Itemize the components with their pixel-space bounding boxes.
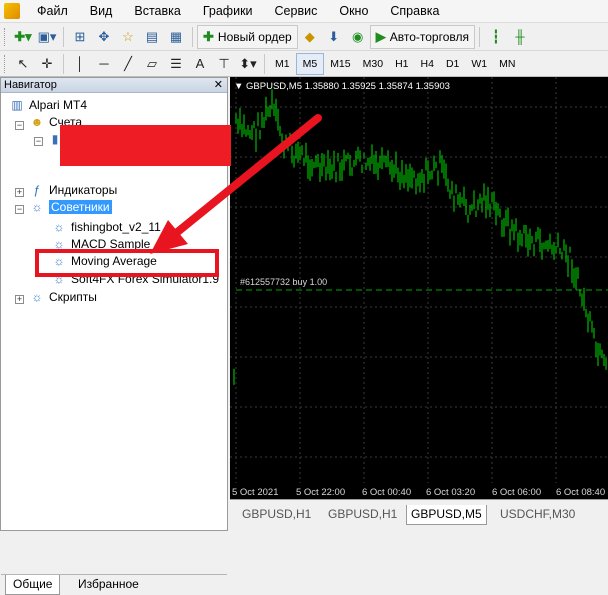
toolbar-grip[interactable] xyxy=(4,54,8,73)
menu-help[interactable]: Справка xyxy=(379,0,450,22)
autotrading-button[interactable]: ▶ Авто-торговля xyxy=(369,24,475,49)
tree-experts[interactable]: ☼ Советники xyxy=(29,198,112,215)
timeframe-h1[interactable]: H1 xyxy=(389,54,414,74)
new-chart-button[interactable]: ✚▾ xyxy=(12,26,34,48)
timeframe-m15[interactable]: M15 xyxy=(324,54,356,74)
vertical-line-button[interactable]: │ xyxy=(69,53,91,75)
chart-tab[interactable]: GBPUSD,H1 xyxy=(324,505,401,524)
data-window-button[interactable]: ✥ xyxy=(93,26,115,48)
menu-file[interactable]: Файл xyxy=(26,0,79,22)
order-label[interactable]: #612557732 buy 1.00 xyxy=(240,277,327,287)
expert-item[interactable]: ☼ fishingbot_v2_11 xyxy=(51,218,161,235)
channel-button[interactable]: ▱ xyxy=(141,53,163,75)
timeframe-h4[interactable]: H4 xyxy=(415,54,440,74)
new-order-button[interactable]: ✚ Новый ордер xyxy=(197,24,298,49)
terminal-button[interactable]: ▤ xyxy=(141,26,163,48)
metaeditor-button[interactable]: ◆ xyxy=(299,26,321,48)
timeframe-m30[interactable]: M30 xyxy=(357,54,389,74)
timeframe-m1[interactable]: M1 xyxy=(269,54,296,74)
menu-view[interactable]: Вид xyxy=(79,0,124,22)
expert-item-label: fishingbot_v2_11 xyxy=(71,219,161,234)
tree-scripts-label: Скрипты xyxy=(49,289,97,304)
crosshair-button[interactable]: ✛ xyxy=(36,53,58,75)
experts-icon: ☼ xyxy=(31,199,43,214)
timeframe-m5[interactable]: M5 xyxy=(295,52,325,75)
navigator-tabs: Общие Избранное xyxy=(1,574,227,595)
menu-charts[interactable]: Графики xyxy=(192,0,264,22)
fibonacci-button[interactable]: ☰ xyxy=(165,53,187,75)
expand-indicators-icon[interactable]: + xyxy=(15,188,24,197)
menu-bar: Файл Вид Вставка Графики Сервис Окно Спр… xyxy=(0,0,608,23)
standard-toolbar: ✚▾ ▣▾ ⊞ ✥ ☆ ▤ ▦ ✚ Новый ордер ◆ ⬇ ◉ ▶ Ав… xyxy=(0,23,608,51)
line-studies-toolbar: ↖ ✛ │ ─ ╱ ▱ ☰ A ⊤ ⬍▾ M1 M5 M15 M30 H1 H4… xyxy=(0,51,608,77)
market-watch-button[interactable]: ⊞ xyxy=(69,26,91,48)
timeframe-mn[interactable]: MN xyxy=(493,54,521,74)
text-button[interactable]: A xyxy=(189,53,211,75)
candle-chart-button[interactable]: ╫ xyxy=(509,26,531,48)
timeframe-d1[interactable]: D1 xyxy=(440,54,465,74)
x-axis-label: 6 Oct 08:40 xyxy=(556,487,606,498)
navigator-button[interactable]: ☆ xyxy=(117,26,139,48)
new-order-icon: ✚ xyxy=(203,28,214,44)
navigator-title-bar: Навигатор ✕ xyxy=(1,78,227,93)
label-button[interactable]: ⊤ xyxy=(213,53,235,75)
menu-tools[interactable]: Сервис xyxy=(264,0,329,22)
cursor-button[interactable]: ↖ xyxy=(12,53,34,75)
indicators-icon: ƒ xyxy=(33,182,41,197)
tree-root[interactable]: ▥ Alpari MT4 xyxy=(9,96,87,113)
tab-common[interactable]: Общие xyxy=(5,575,61,595)
chart-header: GBPUSD,M5 1.35880 1.35925 1.35874 1.3590… xyxy=(246,81,450,92)
chart-window[interactable]: ▼ GBPUSD,M5 1.35880 1.35925 1.35874 1.35… xyxy=(230,77,608,499)
app-logo-icon xyxy=(4,3,20,19)
x-axis-label: 6 Oct 03:20 xyxy=(426,487,476,498)
chart-tab[interactable]: USDCHF,M30 xyxy=(496,505,579,524)
bar-chart-button[interactable]: ┇ xyxy=(485,26,507,48)
expand-experts-icon[interactable]: − xyxy=(15,205,24,214)
accounts-icon: ☻ xyxy=(30,114,44,129)
redaction-box xyxy=(60,125,231,166)
horizontal-line-button[interactable]: ─ xyxy=(93,53,115,75)
market-button[interactable]: ⬇ xyxy=(323,26,345,48)
menu-window[interactable]: Окно xyxy=(328,0,379,22)
x-axis-label: 6 Oct 06:00 xyxy=(492,487,542,498)
tree-experts-label: Советники xyxy=(49,199,112,214)
timeframe-w1[interactable]: W1 xyxy=(465,54,493,74)
x-axis-label: 6 Oct 00:40 xyxy=(362,487,412,498)
chart-tab[interactable]: GBPUSD,H1 xyxy=(238,505,315,524)
x-axis-label: 5 Oct 22:00 xyxy=(296,487,346,498)
menu-insert[interactable]: Вставка xyxy=(123,0,191,22)
tree-root-label: Alpari MT4 xyxy=(29,97,88,112)
tree-scripts[interactable]: ☼ Скрипты xyxy=(29,288,97,305)
scripts-icon: ☼ xyxy=(31,289,43,304)
chart-tabs: GBPUSD,H1 GBPUSD,H1 GBPUSD,M5 USDCHF,M30 xyxy=(230,499,608,532)
trendline-button[interactable]: ╱ xyxy=(117,53,139,75)
toolbar-grip[interactable] xyxy=(4,27,8,46)
highlight-box xyxy=(35,249,219,277)
close-icon[interactable]: ✕ xyxy=(214,78,223,92)
expert-icon: ☼ xyxy=(53,219,65,234)
tree-indicators-label: Индикаторы xyxy=(49,182,118,197)
chart-header-icon: ▼ xyxy=(234,81,244,92)
arrows-button[interactable]: ⬍▾ xyxy=(237,53,259,75)
autotrading-label: Авто-торговля xyxy=(389,29,469,44)
x-axis-label: 5 Oct 2021 xyxy=(232,487,279,498)
terminal-icon: ▥ xyxy=(11,97,23,112)
tab-favorites[interactable]: Избранное xyxy=(71,575,146,594)
expand-scripts-icon[interactable]: + xyxy=(15,295,24,304)
tester-button[interactable]: ▦ xyxy=(165,26,187,48)
autotrading-icon: ▶ xyxy=(375,28,386,44)
tree-indicators[interactable]: ƒ Индикаторы xyxy=(29,181,118,198)
expand-account-icon[interactable]: − xyxy=(34,137,43,146)
navigator-title: Навигатор xyxy=(4,79,57,91)
chart-tab-active[interactable]: GBPUSD,M5 xyxy=(406,505,487,525)
profiles-button[interactable]: ▣▾ xyxy=(36,26,58,48)
new-order-label: Новый ордер xyxy=(217,29,292,44)
signals-button[interactable]: ◉ xyxy=(347,26,369,48)
price-chart xyxy=(230,77,608,483)
expand-accounts-icon[interactable]: − xyxy=(15,121,24,130)
